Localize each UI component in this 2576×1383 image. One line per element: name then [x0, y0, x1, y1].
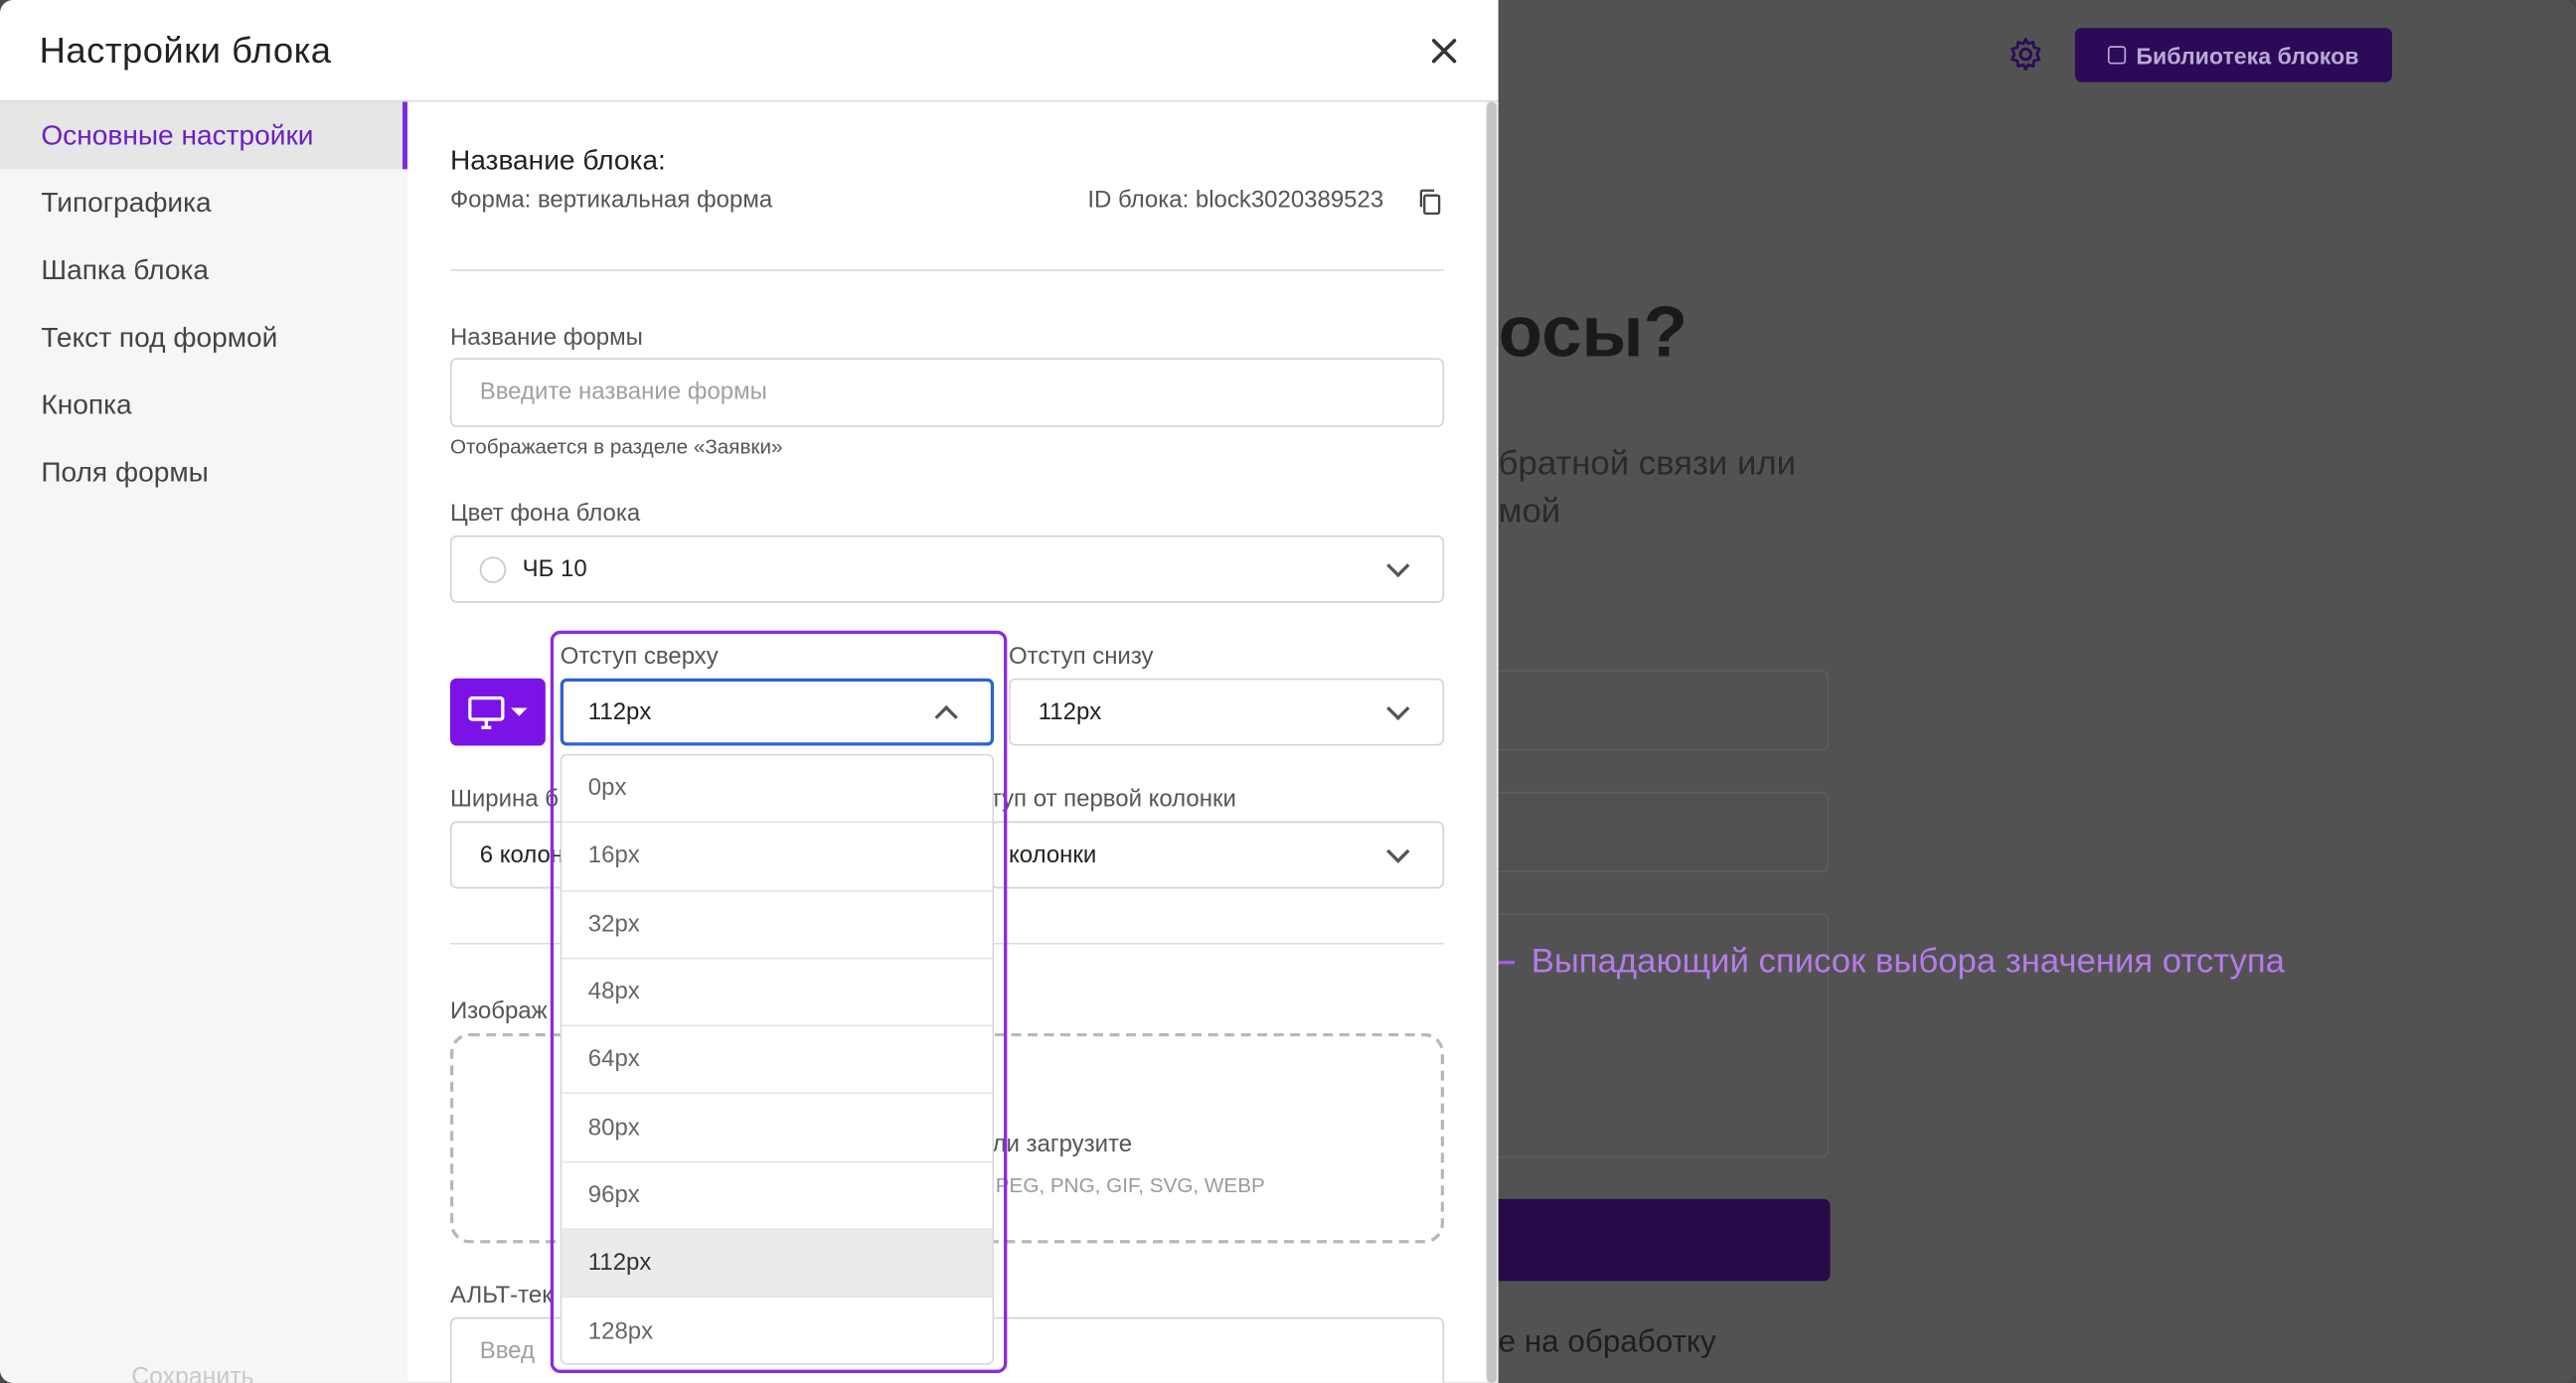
desktop-icon — [468, 695, 505, 729]
chevron-up-icon — [934, 704, 958, 728]
offset-label: туп от первой колонки — [990, 786, 1236, 814]
block-name-heading: Название блока: — [449, 144, 666, 176]
alt-text-placeholder: Введ — [479, 1338, 535, 1365]
form-name-input[interactable]: Введите название формы — [449, 358, 1445, 427]
offset-value: колонки — [1009, 842, 1097, 868]
padding-bottom-select[interactable]: 112px — [1009, 678, 1445, 746]
panel-header: Настройки блока — [0, 0, 1499, 102]
divider — [449, 269, 1445, 271]
dropdown-option[interactable]: 80px — [562, 1095, 993, 1163]
form-name-hint: Отображается в разделе «Заявки» — [449, 435, 783, 459]
padding-top-options: 0px 16px 32px 48px 64px 80px 96px 112px … — [560, 753, 995, 1365]
device-switcher-button[interactable] — [449, 678, 546, 746]
dropdown-option[interactable]: 96px — [562, 1162, 993, 1231]
bg-consent-note: е на обработку — [1498, 1325, 1716, 1360]
block-library-button[interactable]: Библиотека блоков — [2074, 28, 2392, 82]
bg-submit-button — [1478, 1198, 1831, 1282]
sidebar-item-text-below-form[interactable]: Текст под формой — [0, 304, 407, 372]
page-subtext: братной связи или мой — [1499, 440, 1796, 536]
gear-icon[interactable] — [2008, 36, 2043, 72]
chevron-down-icon — [1386, 839, 1410, 862]
copy-icon[interactable] — [1418, 189, 1441, 216]
padding-top-value: 112px — [587, 698, 652, 725]
bg-color-label: Цвет фона блока — [449, 501, 641, 528]
sidebar-item-basic[interactable]: Основные настройки — [0, 101, 407, 170]
bg-color-value: ЧБ 10 — [522, 555, 587, 583]
chevron-down-icon — [1386, 695, 1410, 720]
subtext-line-1: братной связи или — [1498, 444, 1796, 484]
image-label: Изображ — [449, 999, 548, 1025]
close-icon[interactable] — [1429, 36, 1459, 66]
dropdown-option[interactable]: 128px — [562, 1299, 992, 1364]
scrollbar[interactable] — [1485, 101, 1499, 1383]
bg-color-select[interactable]: ЧБ 10 — [449, 535, 1445, 603]
sidebar-item-typography[interactable]: Типографика — [0, 169, 407, 236]
upload-formats: PEG, PNG, GIF, SVG, WEBP — [995, 1173, 1265, 1198]
chevron-down-icon — [1386, 552, 1410, 577]
annotation-text: Выпадающий список выбора значения отступ… — [1530, 942, 2285, 981]
save-button[interactable]: Сохранить — [131, 1363, 253, 1383]
padding-bottom-label: Отступ снизу — [1009, 644, 1154, 671]
width-label: Ширина б — [449, 786, 560, 814]
image-icon — [2108, 46, 2127, 65]
offset-select[interactable]: колонки — [990, 821, 1445, 889]
block-library-label: Библиотека блоков — [2136, 42, 2359, 69]
padding-top-select[interactable]: 112px — [560, 678, 995, 746]
padding-top-label: Отступ сверху — [560, 644, 719, 671]
scrollbar-thumb[interactable] — [1487, 101, 1497, 1383]
sidebar-item-header[interactable]: Шапка блока — [0, 236, 407, 304]
dropdown-option[interactable]: 16px — [562, 824, 993, 891]
form-name-placeholder: Введите название формы — [479, 379, 767, 406]
sidebar-item-button[interactable]: Кнопка — [0, 372, 407, 439]
color-swatch-icon — [479, 555, 507, 583]
panel-title: Настройки блока — [39, 28, 332, 71]
padding-bottom-value: 112px — [1038, 698, 1102, 725]
form-type-label: Форма: вертикальная форма — [449, 187, 773, 214]
sidebar-item-form-fields[interactable]: Поля формы — [0, 438, 407, 506]
block-id-label: ID блока: block3020389523 — [1087, 187, 1384, 214]
dropdown-option[interactable]: 32px — [562, 891, 993, 960]
page-headline: осы? — [1498, 292, 1689, 374]
form-name-label: Название формы — [449, 325, 643, 352]
dropdown-option[interactable]: 48px — [562, 959, 993, 1027]
bg-form-field — [1478, 791, 1829, 872]
bg-form-field — [1478, 670, 1829, 751]
caret-down-icon — [511, 707, 528, 716]
dropdown-option-selected[interactable]: 112px — [562, 1230, 993, 1299]
dropdown-option[interactable]: 0px — [562, 755, 993, 824]
upload-text: ли загрузите — [992, 1131, 1133, 1158]
settings-sidebar: Основные настройки Типографика Шапка бло… — [0, 101, 407, 1383]
subtext-line-2: мой — [1498, 492, 1561, 531]
dropdown-option[interactable]: 64px — [562, 1026, 993, 1095]
alt-text-label: АЛЬТ-тек — [449, 1283, 553, 1309]
